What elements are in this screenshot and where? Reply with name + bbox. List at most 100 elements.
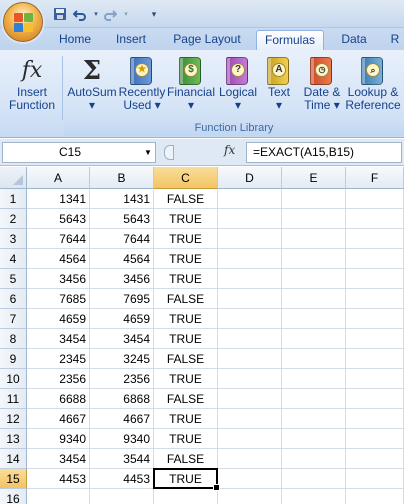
cell-c2[interactable]: TRUE [154, 209, 218, 229]
cell-d15[interactable] [218, 469, 282, 489]
column-header-d[interactable]: D [218, 167, 282, 189]
name-box[interactable]: C15 [2, 142, 156, 163]
cell-f4[interactable] [346, 249, 404, 269]
cell-a10[interactable]: 2356 [27, 369, 90, 389]
name-box-dropdown-icon[interactable]: ▼ [144, 148, 152, 157]
cell-b7[interactable]: 4659 [90, 309, 154, 329]
cell-c9[interactable]: FALSE [154, 349, 218, 369]
select-all-corner[interactable] [0, 167, 27, 189]
cell-c11[interactable]: FALSE [154, 389, 218, 409]
text-button[interactable]: A Text ▾ [262, 56, 296, 112]
cell-b2[interactable]: 5643 [90, 209, 154, 229]
row-header-14[interactable]: 14 [0, 449, 27, 469]
cell-f14[interactable] [346, 449, 404, 469]
row-header-13[interactable]: 13 [0, 429, 27, 449]
cell-e11[interactable] [282, 389, 346, 409]
row-header-10[interactable]: 10 [0, 369, 27, 389]
financial-button[interactable]: $ Financial ▾ [166, 56, 216, 112]
cell-a9[interactable]: 2345 [27, 349, 90, 369]
cell-f13[interactable] [346, 429, 404, 449]
row-header-3[interactable]: 3 [0, 229, 27, 249]
cell-c16[interactable] [154, 489, 218, 504]
cell-a11[interactable]: 6688 [27, 389, 90, 409]
column-header-c[interactable]: C [154, 167, 218, 189]
cell-d11[interactable] [218, 389, 282, 409]
cell-b11[interactable]: 6868 [90, 389, 154, 409]
row-header-15[interactable]: 15 [0, 469, 27, 489]
cell-d6[interactable] [218, 289, 282, 309]
cell-c4[interactable]: TRUE [154, 249, 218, 269]
cell-a12[interactable]: 4667 [27, 409, 90, 429]
cell-d2[interactable] [218, 209, 282, 229]
cell-f10[interactable] [346, 369, 404, 389]
cell-a13[interactable]: 9340 [27, 429, 90, 449]
cell-a15[interactable]: 4453 [27, 469, 90, 489]
cell-d8[interactable] [218, 329, 282, 349]
cell-c3[interactable]: TRUE [154, 229, 218, 249]
cell-b3[interactable]: 7644 [90, 229, 154, 249]
cell-f8[interactable] [346, 329, 404, 349]
row-header-7[interactable]: 7 [0, 309, 27, 329]
cell-a2[interactable]: 5643 [27, 209, 90, 229]
cell-a6[interactable]: 7685 [27, 289, 90, 309]
row-header-1[interactable]: 1 [0, 189, 27, 209]
autosum-button[interactable]: Σ AutoSum ▾ [66, 56, 118, 112]
cell-b4[interactable]: 4564 [90, 249, 154, 269]
cell-a7[interactable]: 4659 [27, 309, 90, 329]
cell-d1[interactable] [218, 189, 282, 209]
row-header-11[interactable]: 11 [0, 389, 27, 409]
cell-f3[interactable] [346, 229, 404, 249]
cell-d9[interactable] [218, 349, 282, 369]
cell-f16[interactable] [346, 489, 404, 504]
cell-f6[interactable] [346, 289, 404, 309]
column-header-a[interactable]: A [27, 167, 90, 189]
cell-c15[interactable]: TRUE [154, 469, 218, 489]
cell-c14[interactable]: FALSE [154, 449, 218, 469]
tab-formulas[interactable]: Formulas [256, 30, 324, 50]
cell-c1[interactable]: FALSE [154, 189, 218, 209]
cell-d4[interactable] [218, 249, 282, 269]
tab-home[interactable]: Home [54, 30, 96, 50]
cell-f7[interactable] [346, 309, 404, 329]
cell-f5[interactable] [346, 269, 404, 289]
insert-function-button[interactable]: fx Insert Function [4, 56, 60, 112]
cell-e14[interactable] [282, 449, 346, 469]
cell-d16[interactable] [218, 489, 282, 504]
row-header-6[interactable]: 6 [0, 289, 27, 309]
cell-b12[interactable]: 4667 [90, 409, 154, 429]
cell-b1[interactable]: 1431 [90, 189, 154, 209]
cell-f11[interactable] [346, 389, 404, 409]
cell-a4[interactable]: 4564 [27, 249, 90, 269]
row-header-5[interactable]: 5 [0, 269, 27, 289]
save-icon[interactable] [52, 6, 68, 22]
cell-e15[interactable] [282, 469, 346, 489]
cell-e7[interactable] [282, 309, 346, 329]
row-header-16[interactable]: 16 [0, 489, 27, 504]
cell-f15[interactable] [346, 469, 404, 489]
cell-c12[interactable]: TRUE [154, 409, 218, 429]
cell-b9[interactable]: 3245 [90, 349, 154, 369]
cell-d13[interactable] [218, 429, 282, 449]
logical-button[interactable]: ? Logical ▾ [216, 56, 260, 112]
cell-b8[interactable]: 3454 [90, 329, 154, 349]
worksheet-grid[interactable]: A B C D E F 1 1341 1431 FALSE 2 5643 5643 TRUE 3 7644 76… [0, 167, 404, 504]
row-header-4[interactable]: 4 [0, 249, 27, 269]
cell-e10[interactable] [282, 369, 346, 389]
cell-e16[interactable] [282, 489, 346, 504]
cell-f9[interactable] [346, 349, 404, 369]
insert-function-fx-icon[interactable]: fx [224, 143, 235, 157]
recently-used-button[interactable]: ★ Recently Used ▾ [118, 56, 166, 112]
cell-e13[interactable] [282, 429, 346, 449]
cell-a1[interactable]: 1341 [27, 189, 90, 209]
tab-page-layout[interactable]: Page Layout [168, 30, 246, 50]
office-button[interactable] [3, 2, 43, 42]
tab-insert[interactable]: Insert [108, 30, 154, 50]
cell-e4[interactable] [282, 249, 346, 269]
cell-e8[interactable] [282, 329, 346, 349]
cell-b13[interactable]: 9340 [90, 429, 154, 449]
cell-e2[interactable] [282, 209, 346, 229]
tab-data[interactable]: Data [334, 30, 374, 50]
formula-bar-resize-handle[interactable] [164, 145, 174, 160]
cell-b6[interactable]: 7695 [90, 289, 154, 309]
redo-icon[interactable] [102, 6, 118, 22]
